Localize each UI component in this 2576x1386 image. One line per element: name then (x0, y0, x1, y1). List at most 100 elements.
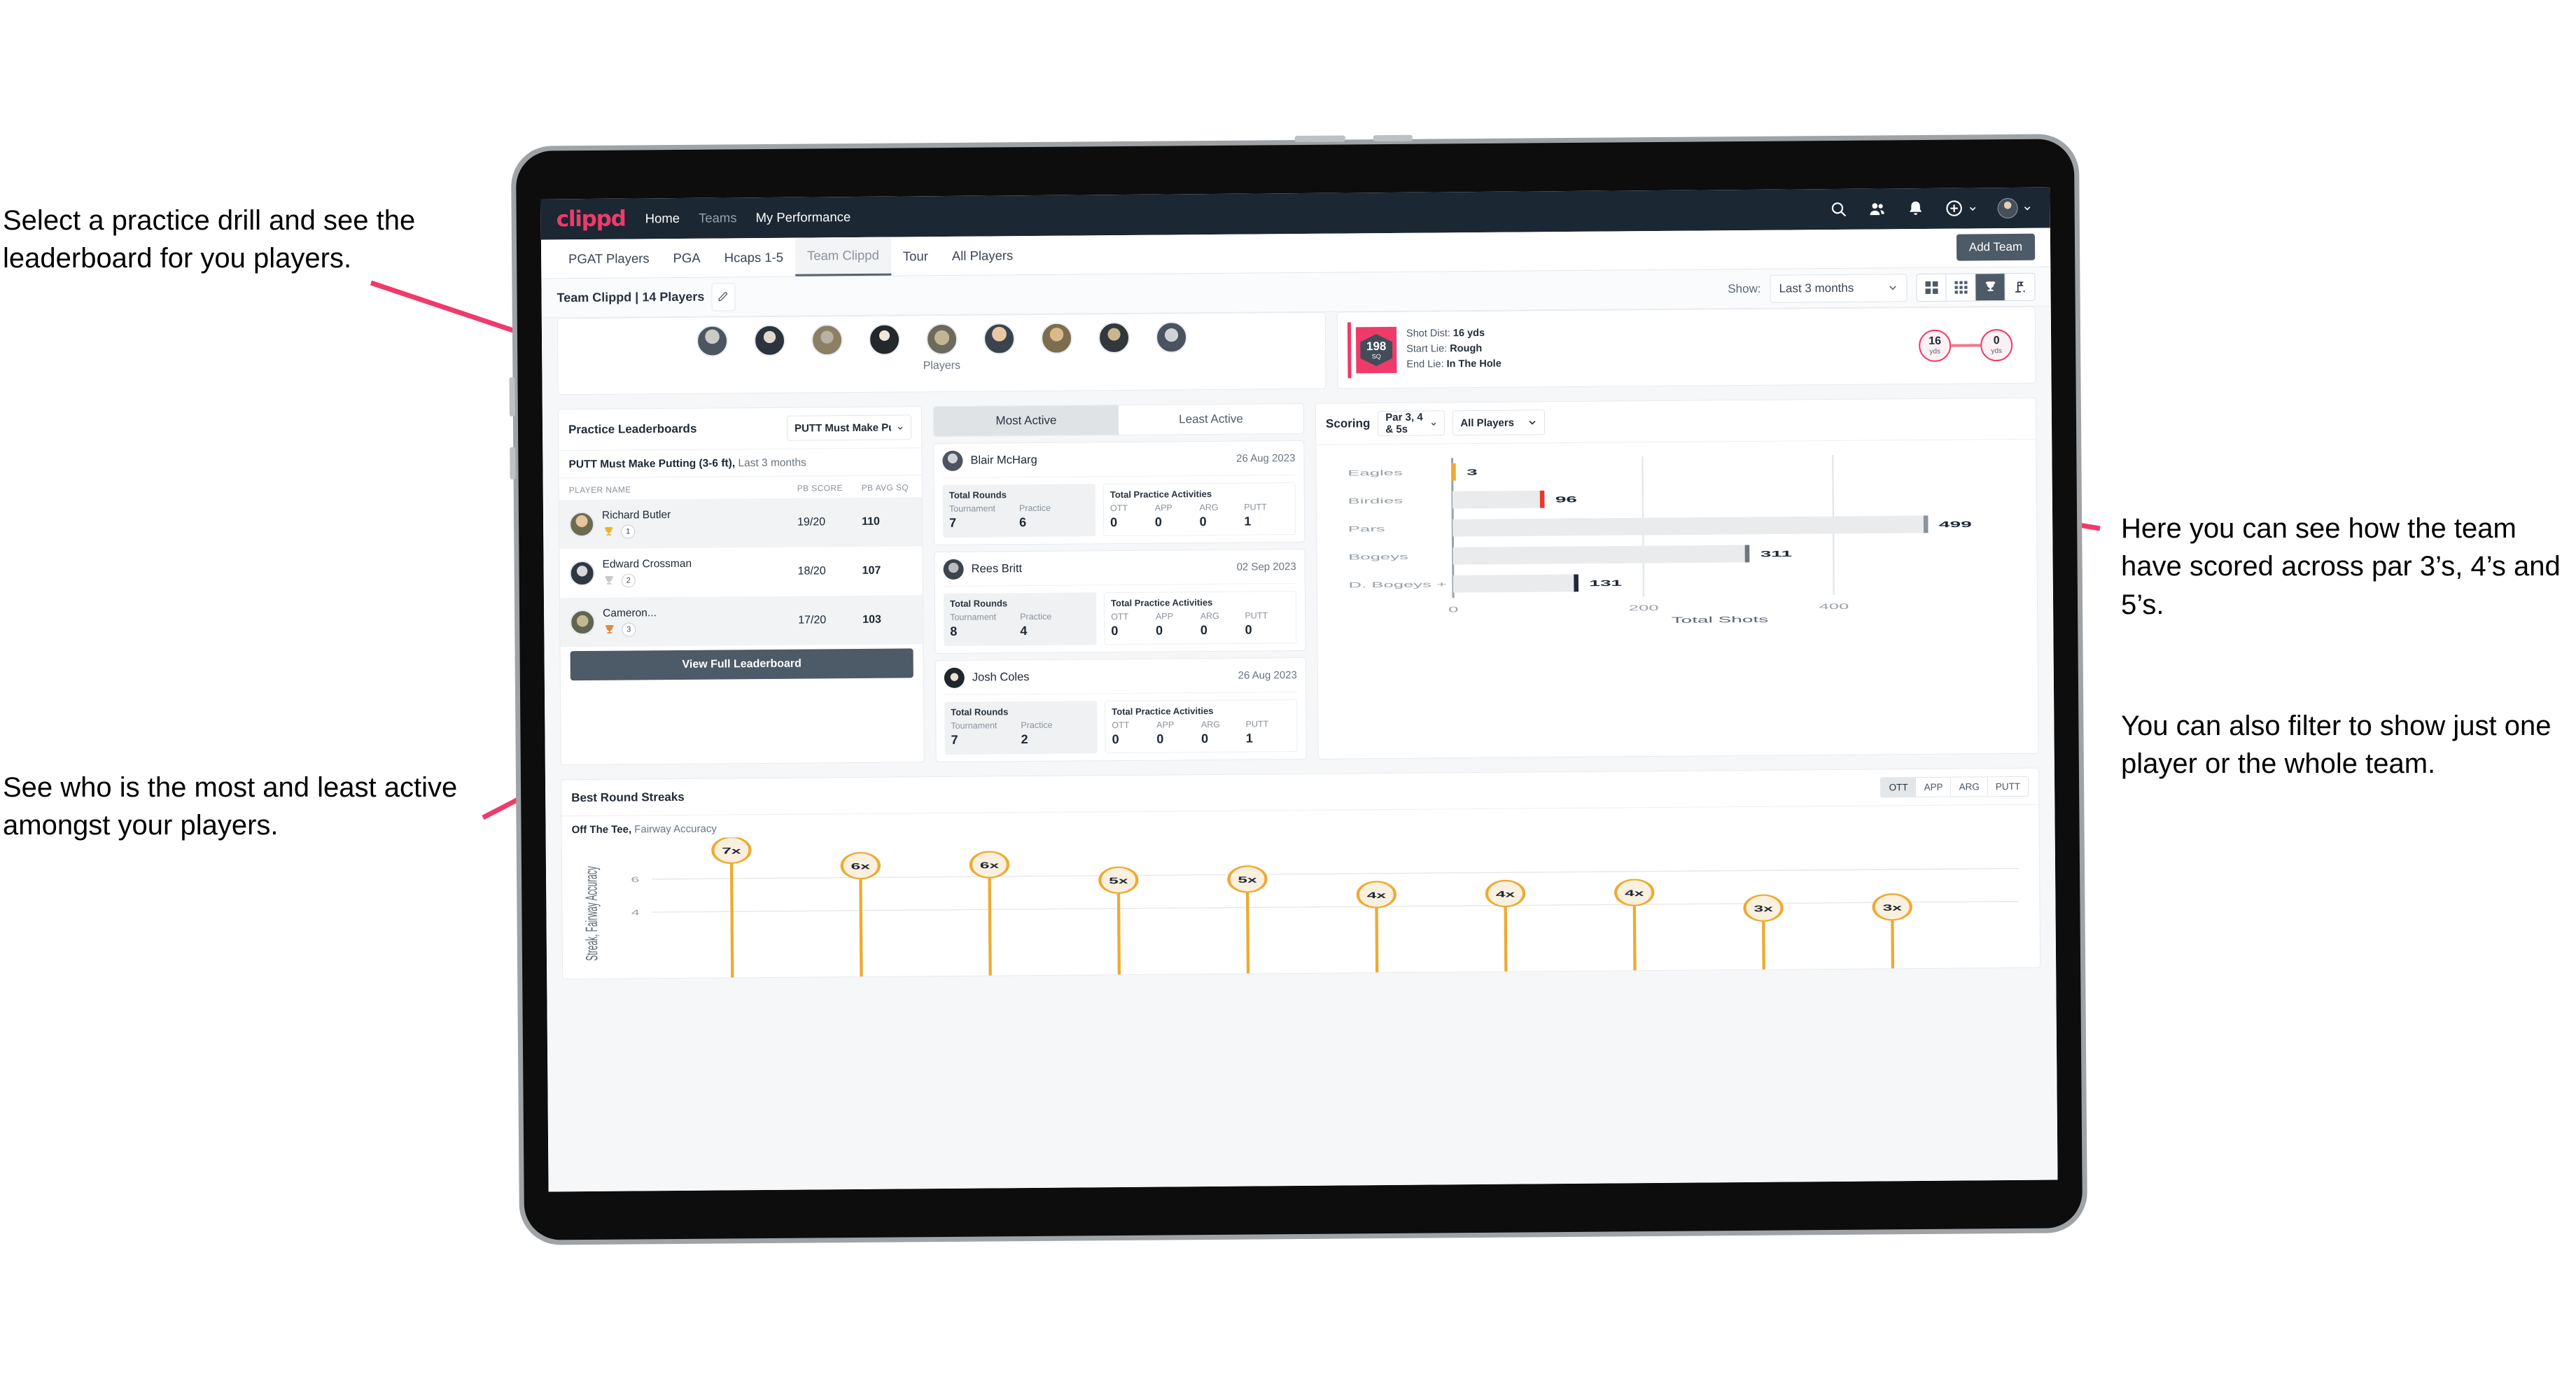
par-filter-select[interactable]: Par 3, 4 & 5s (1378, 410, 1446, 437)
avatar (942, 450, 963, 471)
rounds-key-practice: Practice (1020, 611, 1052, 622)
nav-item-my-performance[interactable]: My Performance (755, 209, 850, 225)
plus-circle-icon[interactable] (1945, 200, 1963, 218)
col-pb-avg-sq: PB AVG SQ (861, 482, 909, 493)
end-distance-value: 0 (1993, 335, 2000, 347)
acts-value-ott: 0 (1111, 624, 1119, 638)
svg-text:311: 311 (1760, 549, 1792, 559)
avatar[interactable] (1997, 197, 2018, 218)
avatar[interactable] (811, 324, 843, 356)
segment-app[interactable]: APP (1916, 777, 1952, 797)
players-strip-label: Players (923, 359, 961, 372)
svg-text:96: 96 (1555, 494, 1577, 504)
date-range-select[interactable]: Last 3 months (1770, 273, 1907, 303)
avatar[interactable] (753, 324, 785, 357)
acts-value-putt: 1 (1245, 731, 1253, 746)
nav-item-home[interactable]: Home (645, 211, 680, 226)
streaks-lollipop-chart: 4 6 Streak, Fairway Accuracy 7x 6x 6x 5x 5x 4x 4x… (562, 825, 2040, 979)
avatar[interactable] (983, 323, 1015, 355)
player-filter-select[interactable]: All Players (1452, 410, 1546, 436)
end-lie-value: In The Hole (1446, 358, 1502, 370)
drill-select[interactable]: PUTT Must Make Putting ... (786, 414, 912, 441)
rank-badge: 1 (621, 524, 636, 539)
add-menu[interactable] (1945, 199, 1977, 217)
players-strip-card: Players (556, 312, 1326, 396)
grid-large-icon-button[interactable] (1917, 274, 1947, 301)
avatar (570, 609, 596, 636)
silver-trophy-icon (605, 575, 613, 584)
shot-detail-lines: Shot Dist: 16 yds Start Lie: Rough End L… (1406, 326, 1502, 372)
edit-team-button[interactable] (711, 282, 736, 312)
practice-activities-title: Total Practice Activities (1110, 488, 1212, 500)
activity-card[interactable]: Josh Coles 26 Aug 2023 Total Rounds Tour… (934, 657, 1307, 763)
player-filter-value: All Players (1460, 416, 1515, 429)
avatar[interactable] (1098, 321, 1130, 354)
activity-card[interactable]: Rees Britt 02 Sep 2023 Total Rounds Tour… (934, 548, 1306, 654)
people-icon[interactable] (1868, 200, 1886, 218)
rounds-value-practice: 2 (1021, 732, 1028, 747)
grid-small-icon-button[interactable] (1946, 273, 1976, 301)
add-team-button[interactable]: Add Team (1956, 233, 2036, 261)
avatar[interactable] (1040, 322, 1072, 354)
tab-pga[interactable]: PGA (661, 239, 713, 278)
avatar[interactable] (1155, 321, 1187, 354)
golf-flag-icon-button[interactable] (2005, 273, 2035, 300)
svg-text:7x: 7x (722, 846, 741, 856)
segment-arg[interactable]: ARG (1951, 777, 1988, 797)
tab-least-active[interactable]: Least Active (1119, 404, 1303, 435)
total-rounds-title: Total Rounds (949, 598, 1008, 609)
segment-putt[interactable]: PUTT (1987, 776, 2029, 797)
acts-key-app: APP (1156, 720, 1175, 730)
activity-tab-group: Most Active Least Active (932, 402, 1305, 438)
tab-most-active[interactable]: Most Active (933, 405, 1119, 437)
shot-detail-card: 198 SQ Shot Dist: 16 yds Start Lie: Roug… (1336, 306, 2036, 389)
user-menu[interactable] (1997, 197, 2032, 218)
acts-key-putt: PUTT (1244, 502, 1267, 512)
tab-pgat-players[interactable]: PGAT Players (556, 239, 662, 278)
avatar[interactable] (868, 323, 900, 356)
pencil-icon (718, 292, 728, 302)
total-rounds-block: Total Rounds Tournament 7 Practice 2 (944, 701, 1098, 755)
tab-hcaps-1-5[interactable]: Hcaps 1-5 (712, 238, 795, 277)
practice-leaderboards-panel: Practice Leaderboards PUTT Must Make Put… (557, 406, 925, 766)
tablet-screen: clippd Home Teams My Performance PGAT Pl… (540, 187, 2058, 1192)
table-row[interactable]: Edward Crossman 2 18/20 107 (559, 546, 923, 598)
tab-all-players[interactable]: All Players (940, 236, 1026, 275)
svg-text:4: 4 (631, 908, 640, 917)
player-name: Richard Butler (601, 509, 671, 522)
svg-text:D. Bogeys +: D. Bogeys + (1348, 580, 1447, 589)
pb-score-value: 18/20 (797, 565, 826, 578)
acts-value-ott: 0 (1112, 732, 1119, 747)
segment-ott[interactable]: OTT (1881, 778, 1917, 797)
acts-value-app: 0 (1156, 623, 1163, 638)
sq-unit: SQ (1371, 353, 1381, 360)
tab-team-clippd[interactable]: Team Clippd (794, 237, 892, 276)
svg-text:3x: 3x (1883, 903, 1903, 913)
shot-distance-graphic: 16 yds 0 yds (1918, 328, 2013, 363)
rounds-value-practice: 6 (1019, 515, 1027, 530)
acts-value-putt: 0 (1245, 622, 1252, 637)
acts-key-arg: ARG (1199, 502, 1219, 513)
clippd-logo[interactable]: clippd (556, 206, 626, 232)
toolbar-right: Show: Last 3 months (1728, 272, 2036, 303)
grid-large-icon (1924, 281, 1938, 294)
bell-icon[interactable] (1907, 200, 1925, 218)
svg-text:6x: 6x (851, 862, 871, 872)
table-row[interactable]: Richard Butler 1 19/20 110 (559, 497, 923, 550)
trophy-icon-button[interactable] (1975, 273, 2005, 300)
avatar[interactable] (696, 325, 728, 357)
view-full-leaderboard-button[interactable]: View Full Leaderboard (570, 648, 913, 681)
avatar[interactable] (925, 323, 958, 356)
search-icon[interactable] (1830, 200, 1848, 218)
tab-tour[interactable]: Tour (891, 237, 940, 276)
player-name: Rees Britt (971, 562, 1023, 575)
table-row[interactable]: Cameron... 3 17/20 103 (559, 595, 923, 648)
svg-text:Birdies: Birdies (1348, 496, 1404, 505)
last-activity-date: 02 Sep 2023 (1236, 561, 1296, 573)
svg-text:3x: 3x (1754, 904, 1773, 913)
avatar (943, 559, 964, 580)
nav-item-teams[interactable]: Teams (699, 210, 737, 225)
acts-key-putt: PUTT (1245, 610, 1268, 621)
scoring-panel: Scoring Par 3, 4 & 5s All Players Eagles… (1315, 397, 2039, 760)
activity-card[interactable]: Blair McHarg 26 Aug 2023 Total Rounds To… (933, 440, 1306, 546)
